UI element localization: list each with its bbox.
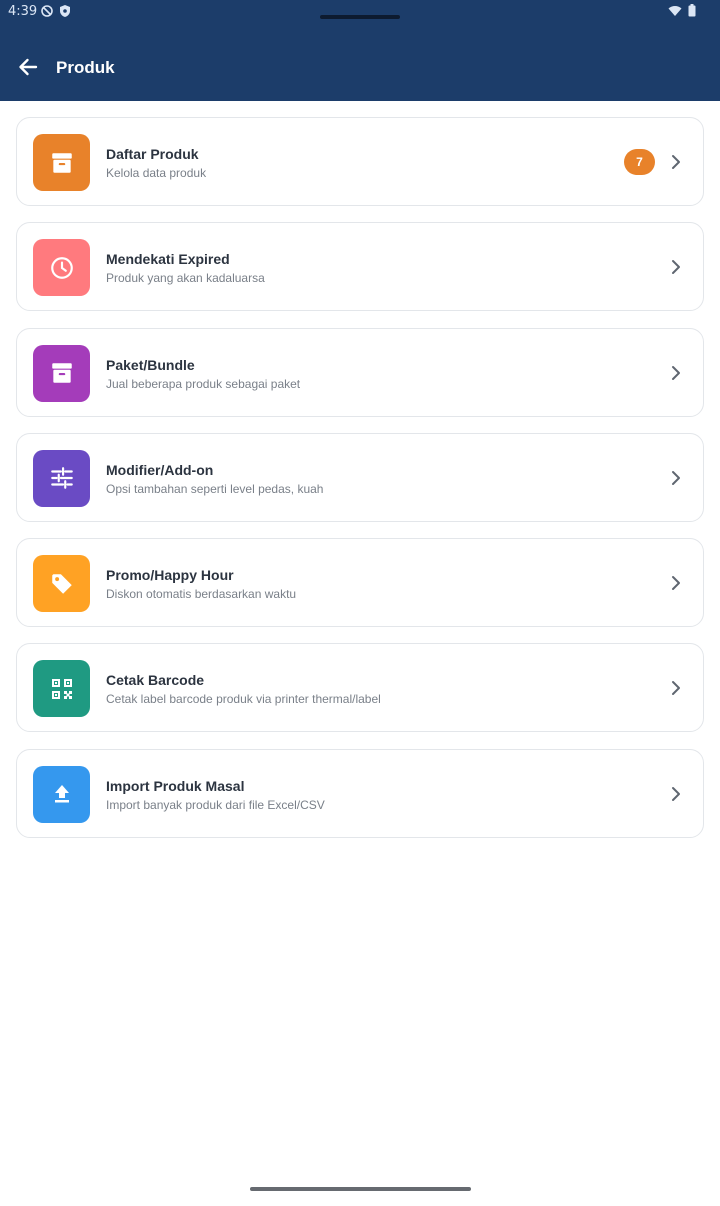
menu-item-import-produk-masal[interactable]: Import Produk Masal Import banyak produk… — [16, 748, 704, 838]
chevron-right-icon — [669, 364, 683, 382]
menu-item-cetak-barcode[interactable]: Cetak Barcode Cetak label barcode produk… — [16, 643, 704, 733]
menu-item-title: Mendekati Expired — [106, 251, 230, 268]
chevron-right-icon — [669, 469, 683, 487]
menu-item-promo-happy-hour[interactable]: Promo/Happy Hour Diskon otomatis berdasa… — [16, 538, 704, 628]
qr-code-icon — [51, 678, 72, 699]
page-title: Produk — [56, 58, 115, 77]
menu-item-title: Import Produk Masal — [106, 777, 245, 794]
app-bar: Produk — [0, 30, 720, 101]
chevron-right-icon — [669, 679, 683, 697]
home-indicator[interactable] — [250, 1187, 471, 1191]
menu-item-modifier-addon[interactable]: Modifier/Add-on Opsi tambahan seperti le… — [16, 432, 704, 522]
menu-item-subtitle: Kelola data produk — [106, 166, 207, 180]
count-badge: 7 — [624, 149, 655, 175]
menu-list: Daftar Produk Kelola data produk 7 Mende… — [16, 117, 704, 854]
sliders-icon — [50, 467, 73, 490]
chevron-right-icon — [669, 785, 683, 803]
back-button[interactable] — [14, 53, 42, 81]
menu-item-icon-tile — [33, 765, 90, 823]
menu-item-icon-tile — [33, 555, 90, 613]
arrow-left-icon — [19, 58, 38, 76]
shield-icon — [60, 5, 70, 17]
menu-item-title: Cetak Barcode — [106, 672, 205, 689]
chevron-right-icon — [669, 153, 683, 171]
menu-item-subtitle: Produk yang akan kadaluarsa — [106, 271, 265, 286]
menu-item-daftar-produk[interactable]: Daftar Produk Kelola data produk 7 — [16, 117, 704, 206]
chevron-right-icon — [669, 574, 683, 592]
battery-icon — [688, 4, 696, 17]
menu-item-icon-tile — [33, 344, 90, 402]
chevron-right-icon — [669, 258, 683, 276]
menu-item-subtitle: Opsi tambahan seperti level pedas, kuah — [106, 481, 324, 496]
clock-icon — [50, 256, 73, 279]
menu-item-icon-tile — [33, 239, 90, 297]
menu-item-title: Promo/Happy Hour — [106, 567, 234, 584]
menu-item-mendekati-expired[interactable]: Mendekati Expired Produk yang akan kadal… — [16, 222, 704, 312]
menu-item-title: Daftar Produk — [106, 146, 199, 162]
menu-item-icon-tile — [33, 660, 90, 718]
menu-item-subtitle: Diskon otomatis berdasarkan waktu — [106, 587, 297, 602]
upload-icon — [54, 785, 69, 803]
status-bar: 4:39 — [0, 0, 720, 30]
archive-box-icon — [51, 152, 72, 173]
status-time: 4:39 — [8, 4, 38, 19]
menu-item-icon-tile — [33, 134, 90, 191]
menu-item-subtitle: Jual beberapa produk sebagai paket — [106, 376, 301, 391]
menu-item-paket-bundle[interactable]: Paket/Bundle Jual beberapa produk sebaga… — [16, 327, 704, 417]
archive-box-icon — [51, 363, 72, 383]
menu-item-title: Modifier/Add-on — [106, 461, 214, 478]
menu-item-subtitle: Cetak label barcode produk via printer t… — [106, 692, 381, 707]
menu-item-title: Paket/Bundle — [106, 356, 195, 373]
wifi-icon — [668, 5, 682, 16]
tag-icon — [51, 573, 72, 594]
menu-item-icon-tile — [33, 449, 90, 507]
notch-bar — [320, 15, 400, 19]
menu-item-subtitle: Import banyak produk dari file Excel/CSV — [106, 797, 325, 812]
do-not-disturb-icon — [41, 5, 53, 17]
